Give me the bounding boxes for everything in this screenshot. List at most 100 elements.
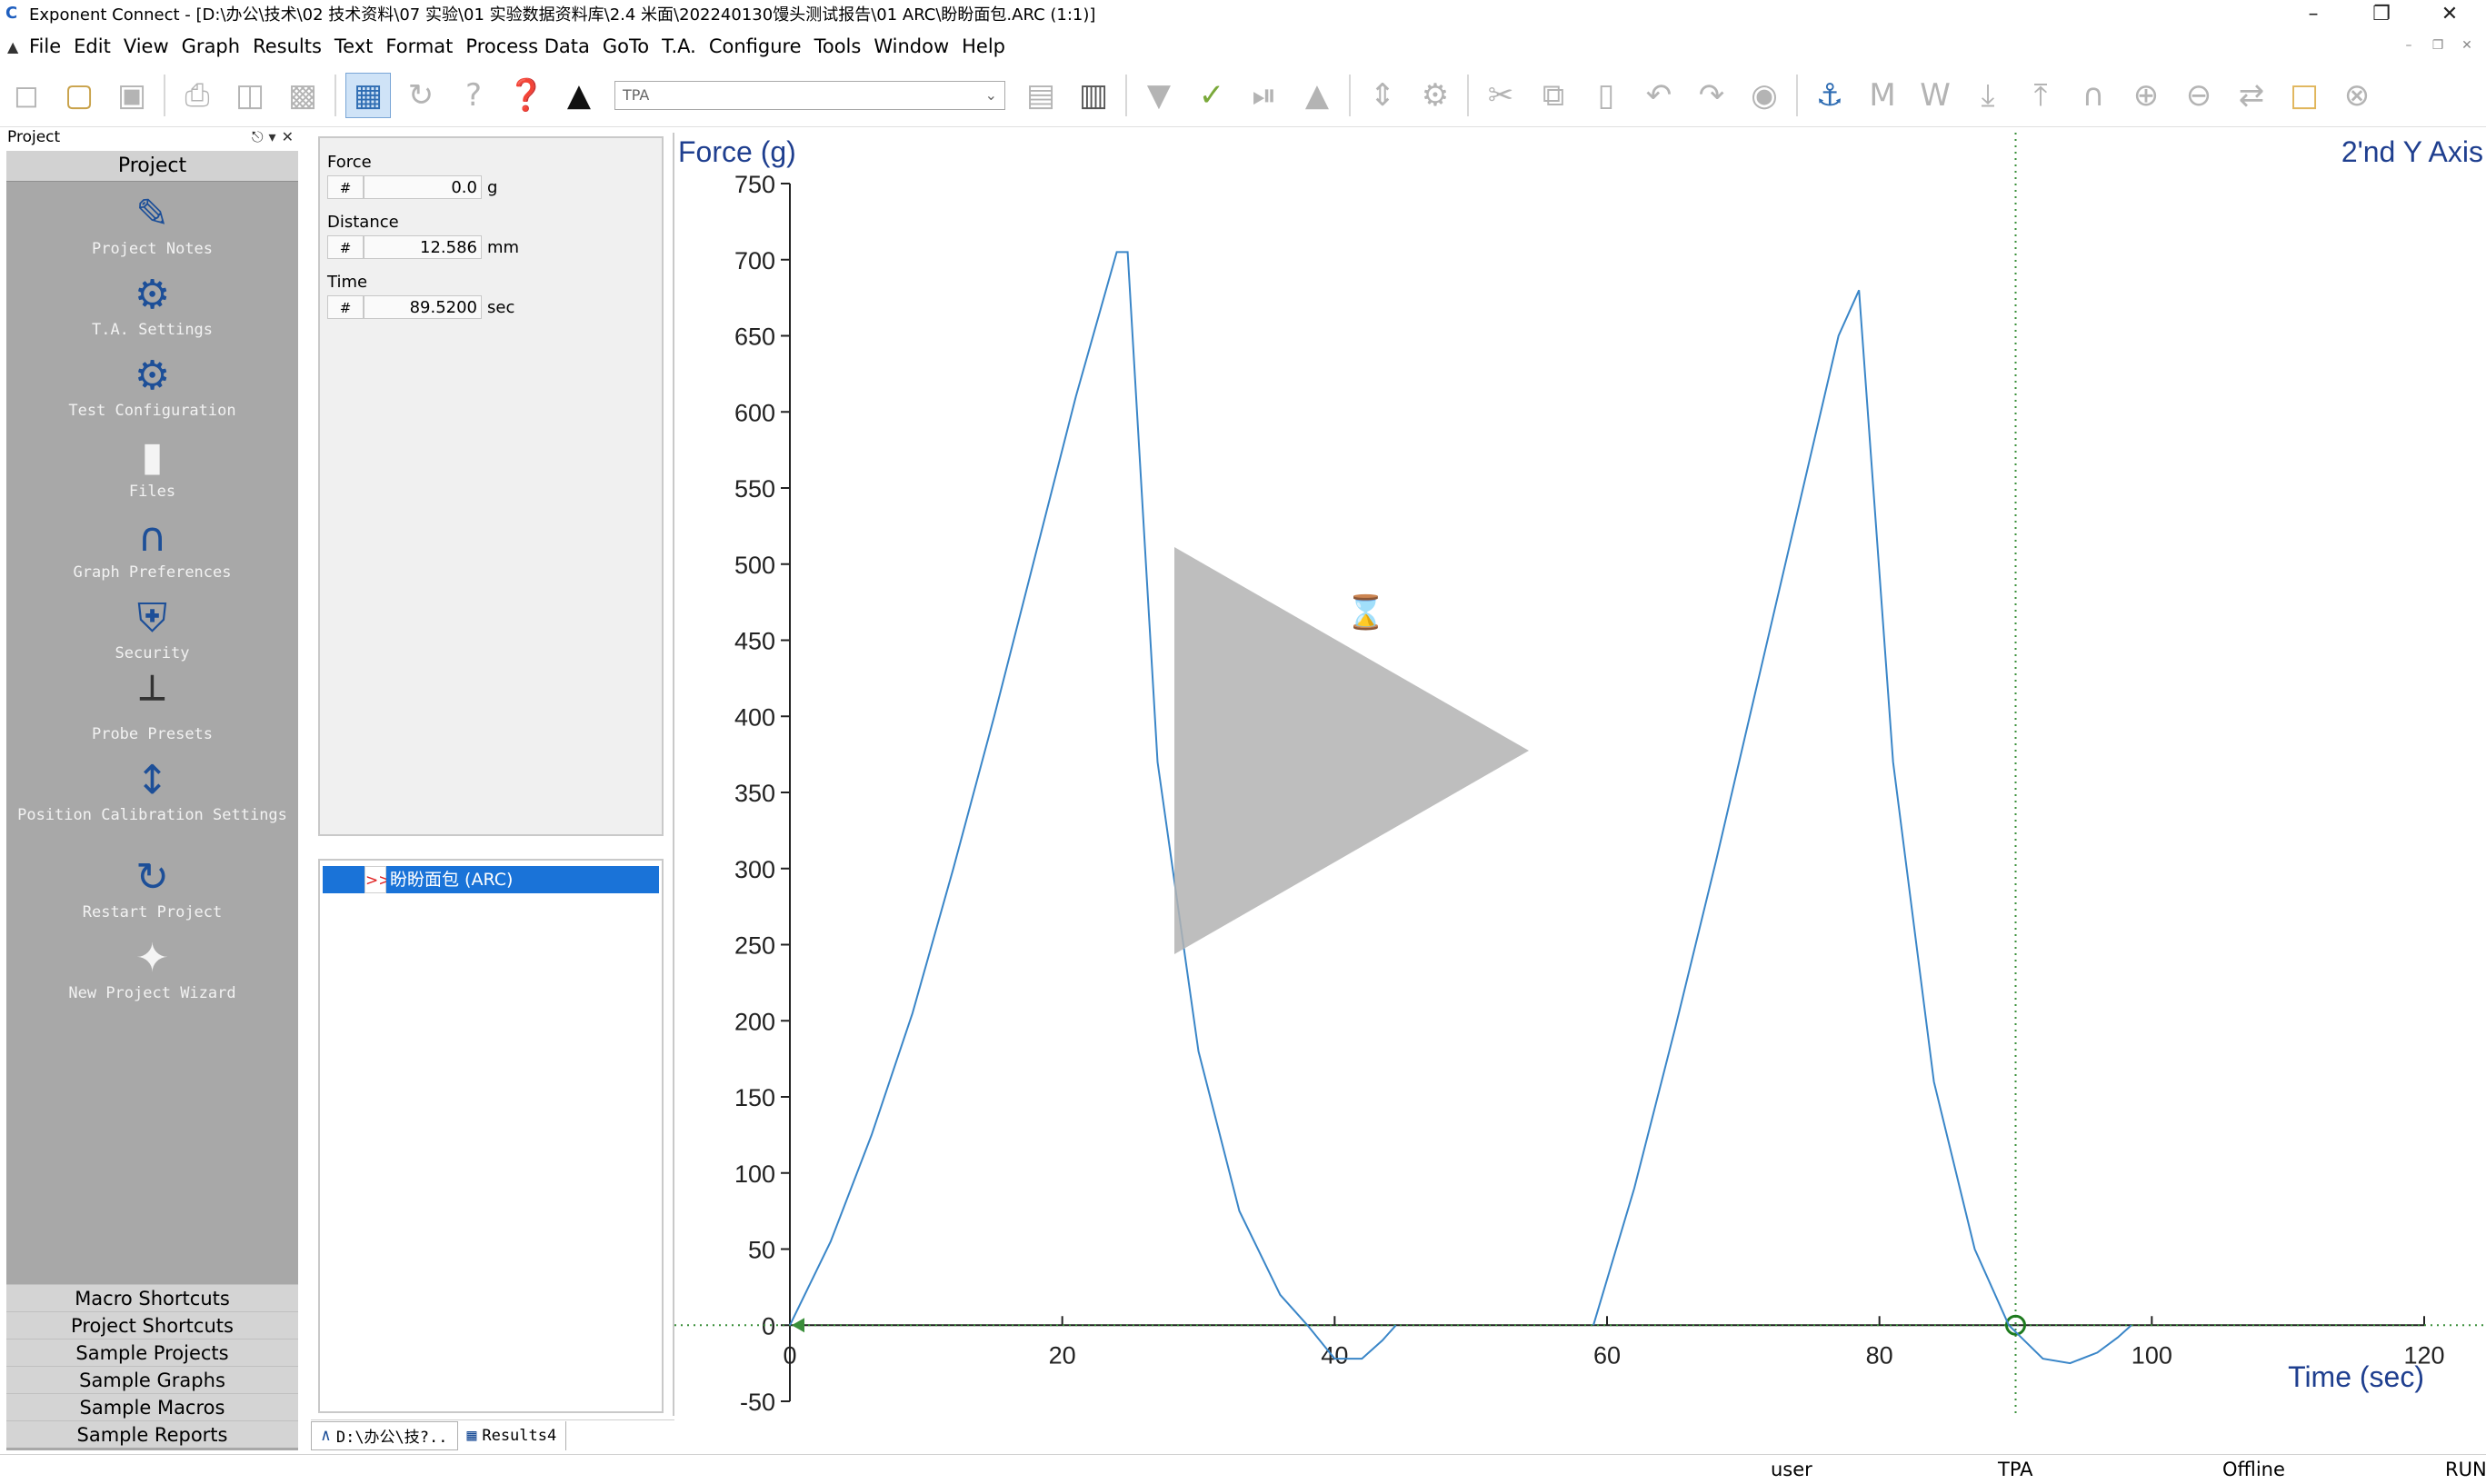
project-item-restart-project[interactable]: ↻ Restart Project: [6, 854, 298, 921]
new-file-icon[interactable]: ◻: [4, 73, 49, 118]
mdi-minimize-button[interactable]: –: [2396, 35, 2421, 56]
menu-graph[interactable]: Graph: [182, 35, 240, 57]
y-tick-label: 100: [734, 1160, 775, 1188]
graph-area[interactable]: -50 0 50 100 150 200 250 300 350 400 450 500 550 600 6…: [673, 133, 2486, 1416]
shortcut-project[interactable]: Project Shortcuts: [6, 1311, 298, 1339]
tab-graph-document[interactable]: ∧ D:\办公\技?..: [311, 1420, 458, 1450]
calibrate-icon[interactable]: ⇕: [1360, 73, 1405, 118]
refresh-icon[interactable]: ↻: [398, 73, 444, 118]
project-item-new-project-wizard[interactable]: ✦ New Project Wizard: [6, 935, 298, 1002]
hourglass-cursor-icon: ⌛: [1345, 593, 1386, 632]
peak-w-icon[interactable]: W: [1912, 73, 1958, 118]
readout-hash-button[interactable]: #: [327, 295, 364, 319]
settings-gear-icon[interactable]: ⚙: [1413, 73, 1458, 118]
shortcut-sample-macros[interactable]: Sample Macros: [6, 1393, 298, 1420]
project-title: Project: [6, 151, 298, 182]
document-icon[interactable]: ▲: [7, 38, 24, 55]
zoom-in-icon[interactable]: ⊕: [2123, 73, 2169, 118]
toolbar: ◻ ▢ ▣ ⎙ ◫ ▩ ▦ ↻ ? ❓ ▲ TPA ⌄ ▤ ▥ ▼ ✓ ⏯ ▲ …: [0, 64, 2486, 127]
marker-down-icon[interactable]: ⤓: [1965, 73, 2011, 118]
cut-icon[interactable]: ✂: [1478, 73, 1523, 118]
cursor-line[interactable]: [2005, 133, 2026, 1416]
chevron-down-icon[interactable]: ⌄: [985, 86, 997, 104]
close-button[interactable]: ✕: [2418, 0, 2481, 27]
project-pane-title: Project: [7, 128, 61, 146]
project-item-graph-preferences[interactable]: ∩ Graph Preferences: [6, 514, 298, 582]
menu-file[interactable]: File: [29, 35, 61, 57]
report-icon[interactable]: ▥: [1071, 73, 1116, 118]
project-pane: Project ✎ Project Notes ⚙ T.A. Settings …: [6, 151, 298, 1450]
project-item-probe-presets[interactable]: ┴ Probe Presets: [6, 676, 298, 743]
peak-m-icon[interactable]: M: [1860, 73, 1905, 118]
tab-results4[interactable]: ▦ Results4: [458, 1420, 567, 1450]
context-help-icon[interactable]: ❓: [504, 73, 549, 118]
project-item-test-configuration[interactable]: ⚙ Test Configuration: [6, 353, 298, 420]
menu-results[interactable]: Results: [253, 35, 322, 57]
undo-icon[interactable]: ↶: [1636, 73, 1682, 118]
marker-up-icon[interactable]: ⤒: [2018, 73, 2063, 118]
graduation-cap-icon[interactable]: ▲: [556, 73, 602, 118]
menu-view[interactable]: View: [124, 35, 169, 57]
project-item-files[interactable]: ▮ Files: [6, 433, 298, 501]
project-item-label: Probe Presets: [91, 725, 214, 743]
rescale-icon[interactable]: ⇄: [2229, 73, 2274, 118]
project-item-position-calibration[interactable]: ↕ Position Calibration Settings: [6, 757, 298, 824]
save-icon[interactable]: ▣: [109, 73, 155, 118]
check-icon[interactable]: ✓: [1189, 73, 1234, 118]
shortcut-sample-reports[interactable]: Sample Reports: [6, 1420, 298, 1448]
restore-button[interactable]: ❐: [2350, 0, 2413, 27]
file-row-selected[interactable]: >> 盼盼面包 (ARC): [323, 866, 659, 893]
binoculars-icon[interactable]: ◉: [1742, 73, 1787, 118]
minimize-button[interactable]: –: [2281, 0, 2345, 27]
project-item-project-notes[interactable]: ✎ Project Notes: [6, 191, 298, 258]
shortcut-sample-graphs[interactable]: Sample Graphs: [6, 1366, 298, 1393]
menu-help[interactable]: Help: [962, 35, 1005, 57]
delete-annotation-icon[interactable]: ⊗: [2334, 73, 2380, 118]
menu-process-data[interactable]: Process Data: [465, 35, 589, 57]
menu-text[interactable]: Text: [334, 35, 373, 57]
readout-hash-button[interactable]: #: [327, 175, 364, 199]
print-icon[interactable]: ⎙: [175, 73, 220, 118]
probe-home-icon[interactable]: ⏯: [1242, 73, 1287, 118]
shortcut-sample-projects[interactable]: Sample Projects: [6, 1339, 298, 1366]
force-time-chart[interactable]: -50 0 50 100 150 200 250 300 350 400 450 500 550 600 6…: [674, 133, 2486, 1416]
menu-configure[interactable]: Configure: [709, 35, 802, 57]
menu-format[interactable]: Format: [385, 35, 453, 57]
curve-icon[interactable]: ∩: [2071, 73, 2116, 118]
export-icon[interactable]: ▩: [280, 73, 325, 118]
paste-icon[interactable]: ▯: [1583, 73, 1629, 118]
print-preview-icon[interactable]: ◫: [227, 73, 273, 118]
pane-pin-controls[interactable]: ⎋▾✕: [252, 128, 299, 146]
text-annotation-icon[interactable]: □: [2281, 73, 2327, 118]
menu-tools[interactable]: Tools: [814, 35, 862, 57]
menu-ta[interactable]: T.A.: [662, 35, 696, 57]
readout-hash-button[interactable]: #: [327, 235, 364, 259]
probe-down-icon[interactable]: ▼: [1136, 73, 1182, 118]
document-list-icon[interactable]: ▤: [1018, 73, 1063, 118]
toolbar-separator: [1467, 74, 1469, 116]
copy-icon[interactable]: ⧉: [1531, 73, 1576, 118]
project-item-security[interactable]: ⛨ Security: [6, 595, 298, 662]
menu-window[interactable]: Window: [874, 35, 949, 57]
mdi-close-button[interactable]: ✕: [2454, 35, 2480, 56]
tab-label: D:\办公\技?..: [335, 1429, 448, 1447]
mdi-restore-button[interactable]: ❐: [2425, 35, 2451, 56]
graph-tab-icon: ∧: [321, 1426, 331, 1445]
status-mode: RUN: [2445, 1459, 2486, 1480]
help-icon[interactable]: ?: [451, 73, 496, 118]
test-combo[interactable]: TPA ⌄: [614, 80, 1005, 110]
shortcut-macro[interactable]: Macro Shortcuts: [6, 1284, 298, 1311]
readout-distance: Distance # 12.586 mm: [327, 213, 519, 259]
x-tick-label: 60: [1593, 1341, 1621, 1369]
menu-edit[interactable]: Edit: [74, 35, 111, 57]
probe-icon: ┴: [140, 676, 165, 722]
anchor-icon[interactable]: ⚓: [1807, 73, 1852, 118]
menu-goto[interactable]: GoTo: [603, 35, 649, 57]
window-icon[interactable]: ▦: [345, 72, 391, 118]
wand-icon: ✦: [135, 935, 169, 981]
redo-icon[interactable]: ↷: [1689, 73, 1734, 118]
project-item-ta-settings[interactable]: ⚙ T.A. Settings: [6, 272, 298, 339]
open-folder-icon[interactable]: ▢: [56, 73, 102, 118]
zoom-out-icon[interactable]: ⊖: [2176, 73, 2221, 118]
probe-up-icon[interactable]: ▲: [1294, 73, 1340, 118]
